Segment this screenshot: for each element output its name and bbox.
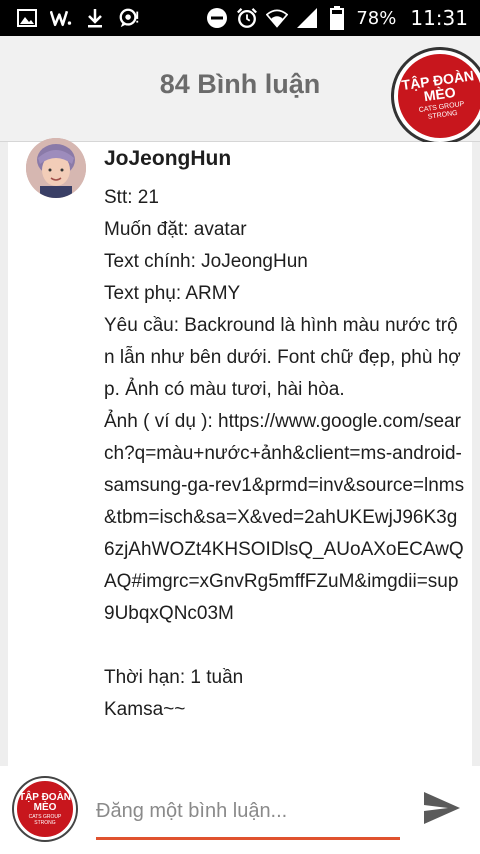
status-bar: 78% 11:31 bbox=[0, 0, 480, 36]
image-icon bbox=[16, 7, 38, 29]
comment-body: JoJeongHun Stt: 21 Muốn đặt: avatar Text… bbox=[104, 146, 466, 726]
battery-percent: 78% bbox=[356, 7, 397, 29]
comment-text: Stt: 21 Muốn đặt: avatar Text chính: JoJ… bbox=[104, 187, 465, 720]
minus-circle-icon bbox=[206, 7, 228, 29]
alarm-icon bbox=[236, 7, 258, 29]
send-icon bbox=[422, 790, 462, 831]
comment-input[interactable] bbox=[96, 792, 400, 840]
send-button[interactable] bbox=[420, 788, 464, 832]
download-icon bbox=[84, 7, 106, 29]
brand-logo[interactable]: TẬP ĐOÀN MÈO CATS GROUP STRONG bbox=[388, 44, 480, 148]
clock: 11:31 bbox=[410, 6, 468, 30]
user-avatar[interactable]: TẬP ĐOÀN MÈO CATS GROUP STRONG bbox=[14, 778, 76, 840]
comment-author[interactable]: JoJeongHun bbox=[104, 146, 466, 172]
comment-card: JoJeongHun Stt: 21 Muốn đặt: avatar Text… bbox=[8, 138, 472, 766]
signal-icon bbox=[296, 7, 318, 29]
w-icon bbox=[50, 7, 72, 29]
wifi-icon bbox=[266, 7, 289, 29]
comment-composer: TẬP ĐOÀN MÈO CATS GROUP STRONG bbox=[0, 766, 480, 854]
avatar[interactable] bbox=[26, 138, 86, 198]
chat-icon bbox=[118, 7, 140, 29]
battery-icon bbox=[326, 6, 348, 30]
header: 84 Bình luận TẬP ĐOÀN MÈO CATS GROUP STR… bbox=[0, 36, 480, 148]
